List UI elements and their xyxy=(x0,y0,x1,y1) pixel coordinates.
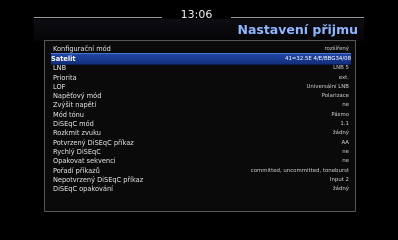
setting-value: committed, uncommitted, toneburst xyxy=(250,167,349,174)
settings-panel: Konfigurační mód rozšířený Satelit 41=32… xyxy=(44,40,356,212)
setting-priority[interactable]: Priorita ext. xyxy=(53,73,349,82)
top-frame-line-right xyxy=(231,17,364,18)
setting-uncommitted-diseqc-command[interactable]: Nepotvrzený DiSEqC příkaz Input 2 xyxy=(53,175,349,184)
setting-value: 41=32.5E 4/E/BBG34/08 xyxy=(285,55,351,62)
setting-label: Satelit xyxy=(51,54,76,63)
setting-label: Opakovat sekvenci xyxy=(53,157,116,166)
setting-label: Konfigurační mód xyxy=(53,44,111,53)
setting-voltage-mode[interactable]: Napěťový mód Polarizace xyxy=(53,92,349,101)
setting-value: Polarizace xyxy=(321,93,349,100)
setting-tone-mode[interactable]: Mód tónu Pásmo xyxy=(53,110,349,119)
setting-label: Pořadí příkazů xyxy=(53,166,100,175)
setting-label: Rozkmit zvuku xyxy=(53,129,101,138)
setting-value: LNB 5 xyxy=(333,65,349,72)
title-bar: Nastavení přijmu xyxy=(34,19,364,41)
setting-lnb[interactable]: LNB LNB 5 xyxy=(53,64,349,73)
setting-value: Input 2 xyxy=(329,176,349,183)
setting-value: 1.1 xyxy=(340,121,349,128)
setting-lof[interactable]: LOF Universální LNB xyxy=(53,82,349,91)
setting-label: Nepotvrzený DiSEqC příkaz xyxy=(53,175,144,184)
setting-fast-diseqc[interactable]: Rychlý DiSEqC ne xyxy=(53,147,349,156)
setting-value: Pásmo xyxy=(331,111,349,118)
top-frame-line-left xyxy=(34,17,162,18)
setting-sequence-repeat[interactable]: Opakovat sekvenci ne xyxy=(53,157,349,166)
setting-label: DiSEqC mód xyxy=(53,120,94,129)
setting-value: ne xyxy=(342,148,349,155)
setting-label: Napěťový mód xyxy=(53,92,102,101)
setting-value: AA xyxy=(341,139,349,146)
setting-diseqc-repeats[interactable]: DiSEqC opakování žádný xyxy=(53,185,349,194)
setting-value: žádný xyxy=(332,130,349,137)
setting-label: LNB xyxy=(53,64,67,73)
setting-value: Universální LNB xyxy=(306,83,349,90)
setting-increase-voltage[interactable]: Zvýšit napětí ne xyxy=(53,101,349,110)
setting-value: ne xyxy=(342,158,349,165)
setting-committed-diseqc-command[interactable]: Potvrzený DiSEqC příkaz AA xyxy=(53,138,349,147)
setting-label: Potvrzený DiSEqC příkaz xyxy=(53,138,134,147)
setting-value: ext. xyxy=(338,74,349,81)
setting-command-order[interactable]: Pořadí příkazů committed, uncommitted, t… xyxy=(53,166,349,175)
setting-label: Priorita xyxy=(53,73,77,82)
setting-label: Rychlý DiSEqC xyxy=(53,147,101,156)
setting-label: Zvýšit napětí xyxy=(53,101,97,110)
setting-label: LOF xyxy=(53,82,66,91)
setting-value: ne xyxy=(342,102,349,109)
setting-value: rozšířený xyxy=(324,45,349,52)
setting-toneburst[interactable]: Rozkmit zvuku žádný xyxy=(53,129,349,138)
setting-diseqc-mode[interactable]: DiSEqC mód 1.1 xyxy=(53,119,349,128)
setting-value: žádný xyxy=(332,186,349,193)
setting-label: Mód tónu xyxy=(53,110,84,119)
page-title: Nastavení přijmu xyxy=(237,22,358,37)
setting-label: DiSEqC opakování xyxy=(53,185,113,194)
setting-configuration-mode[interactable]: Konfigurační mód rozšířený xyxy=(53,44,349,53)
